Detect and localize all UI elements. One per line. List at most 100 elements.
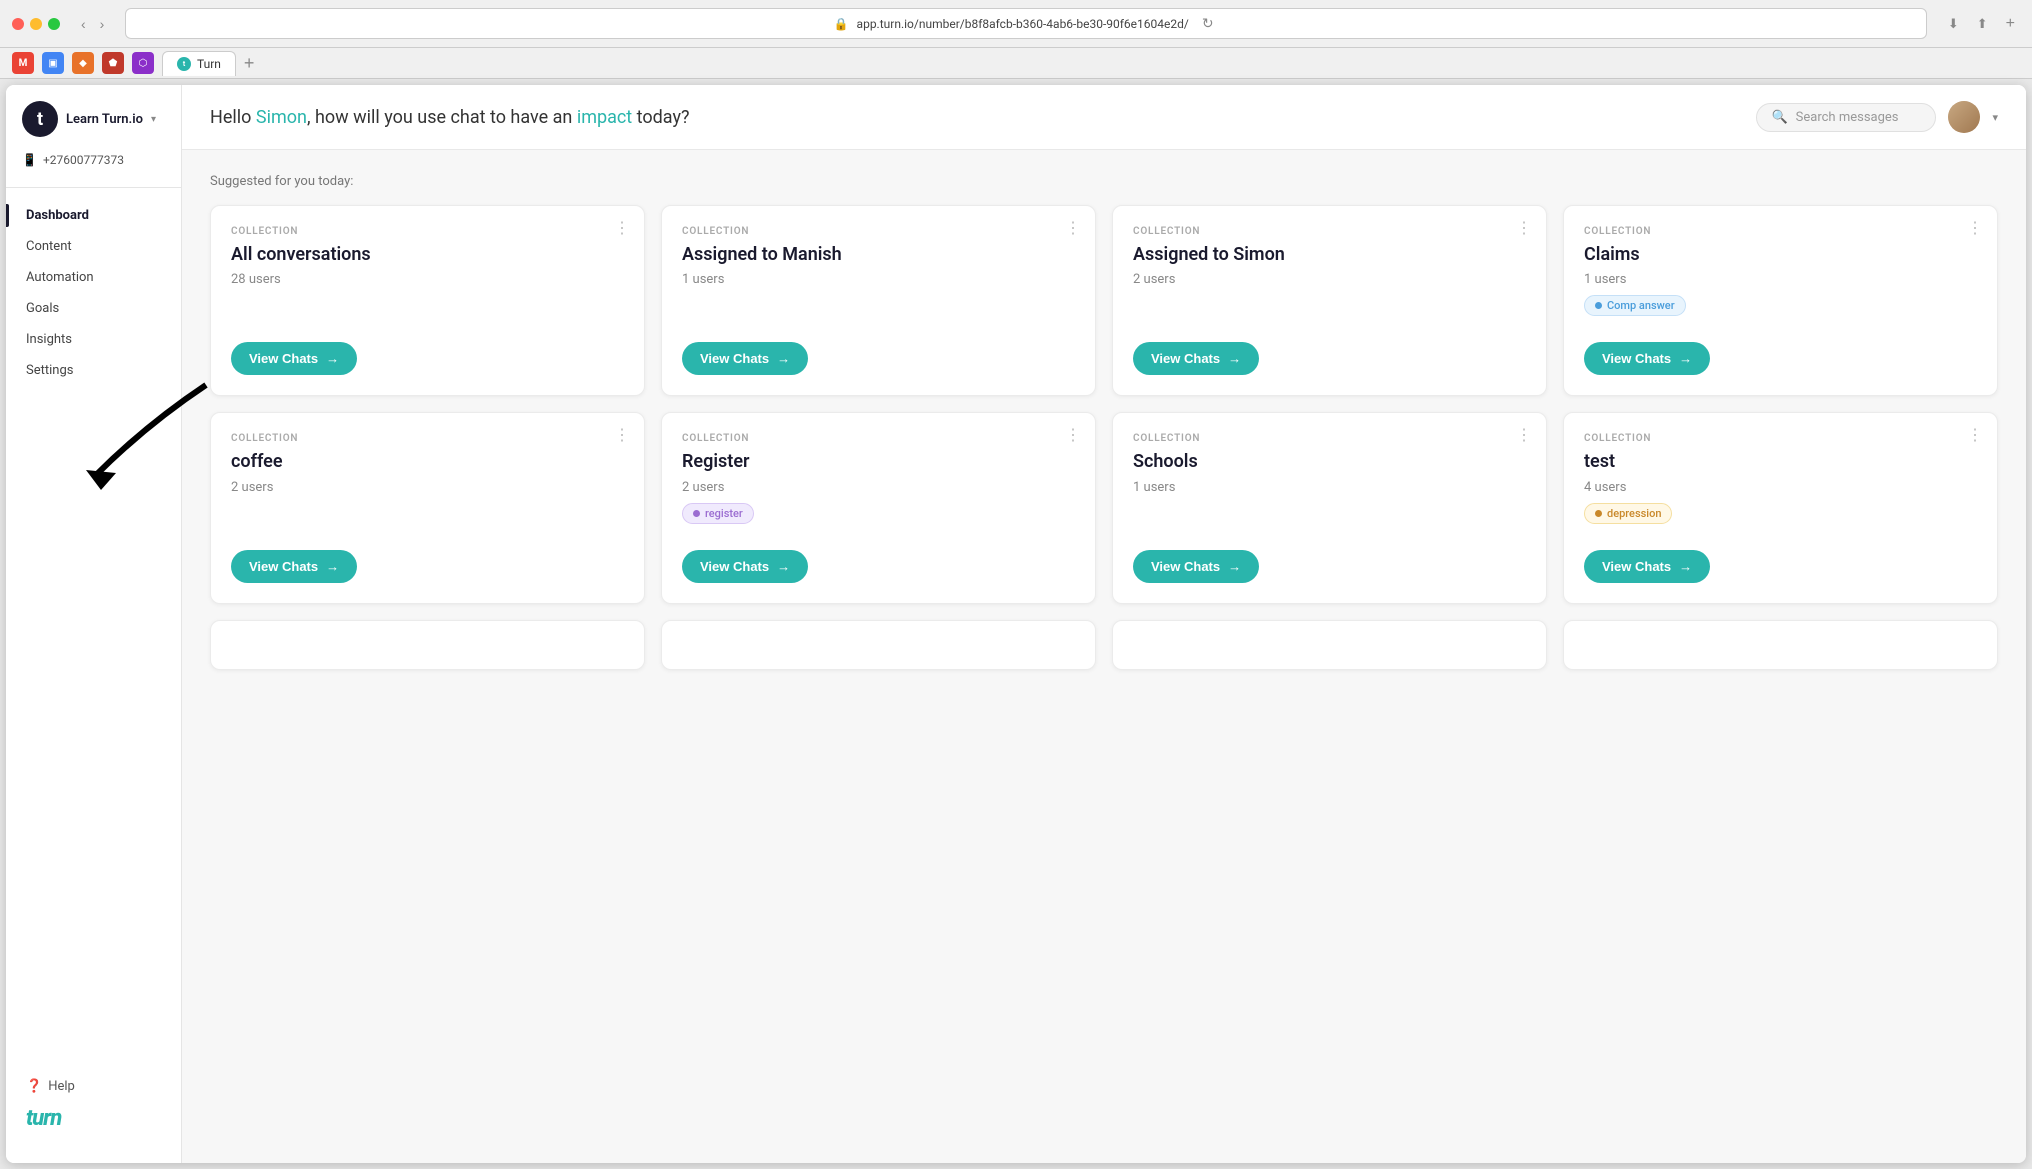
- card-title-manish: Assigned to Manish: [682, 243, 1075, 266]
- minimize-window-button[interactable]: [30, 18, 42, 30]
- card-tags-register: register: [682, 503, 1075, 524]
- sidebar-item-insights[interactable]: Insights: [6, 324, 181, 355]
- card-users-test: 4 users: [1584, 480, 1977, 495]
- impact-word: impact: [577, 107, 632, 128]
- card-menu-coffee[interactable]: ⋮: [614, 427, 630, 443]
- collection-label-3: COLLECTION: [1133, 226, 1526, 237]
- card-users-coffee: 2 users: [231, 480, 624, 495]
- tag-dot-test-icon: [1595, 510, 1602, 517]
- card-tags-claims: Comp answer: [1584, 295, 1977, 316]
- collection-label-5: COLLECTION: [231, 433, 624, 444]
- tag-register[interactable]: register: [682, 503, 754, 524]
- browser-chrome: ‹ › 🔒 app.turn.io/number/b8f8afcb-b360-4…: [0, 0, 2032, 48]
- card-menu-register[interactable]: ⋮: [1065, 427, 1081, 443]
- cards-row-3-partial: [210, 620, 1998, 670]
- active-tab[interactable]: t Turn: [162, 51, 236, 76]
- new-tab-plus-button[interactable]: +: [244, 53, 255, 74]
- avatar[interactable]: [1948, 101, 1980, 133]
- card-title-claims: Claims: [1584, 243, 1977, 266]
- tab-label: Turn: [197, 57, 221, 71]
- view-chats-button-register[interactable]: View Chats →: [682, 550, 808, 583]
- sidebar-item-automation[interactable]: Automation: [6, 262, 181, 293]
- view-chats-label-3: View Chats: [1151, 351, 1220, 366]
- greeting-prefix: Hello: [210, 107, 256, 128]
- view-chats-label-5: View Chats: [249, 559, 318, 574]
- sidebar-item-content[interactable]: Content: [6, 231, 181, 262]
- btn-arrow-icon-2: →: [777, 351, 790, 366]
- app-icon-4[interactable]: ⬟: [102, 52, 124, 74]
- org-dropdown-caret[interactable]: ▾: [151, 114, 156, 125]
- btn-arrow-icon-5: →: [326, 559, 339, 574]
- card-test: ⋮ COLLECTION test 4 users depression Vie…: [1563, 412, 1998, 603]
- tag-comp-answer[interactable]: Comp answer: [1584, 295, 1686, 316]
- card-title-simon: Assigned to Simon: [1133, 243, 1526, 266]
- security-icon: 🔒: [834, 17, 849, 31]
- btn-arrow-icon-3: →: [1228, 351, 1241, 366]
- forward-button[interactable]: ›: [95, 14, 110, 34]
- phone-row: 📱 +27600777373: [6, 153, 181, 187]
- address-bar[interactable]: 🔒 app.turn.io/number/b8f8afcb-b360-4ab6-…: [125, 8, 1927, 39]
- view-chats-button-claims[interactable]: View Chats →: [1584, 342, 1710, 375]
- new-tab-button[interactable]: +: [2001, 13, 2020, 35]
- card-users-simon: 2 users: [1133, 272, 1526, 287]
- collection-label-4: COLLECTION: [1584, 226, 1977, 237]
- cards-row-2: ⋮ COLLECTION coffee 2 users View Chats →…: [210, 412, 1998, 603]
- gdrive-icon[interactable]: ▣: [42, 52, 64, 74]
- maximize-window-button[interactable]: [48, 18, 60, 30]
- view-chats-label: View Chats: [249, 351, 318, 366]
- view-chats-label-8: View Chats: [1602, 559, 1671, 574]
- sidebar-item-dashboard[interactable]: Dashboard: [6, 200, 181, 231]
- share-button[interactable]: ⬆: [1972, 13, 1993, 35]
- card-menu-all-conversations[interactable]: ⋮: [614, 220, 630, 236]
- view-chats-button-manish[interactable]: View Chats →: [682, 342, 808, 375]
- view-chats-label-6: View Chats: [700, 559, 769, 574]
- close-window-button[interactable]: [12, 18, 24, 30]
- card-users-register: 2 users: [682, 480, 1075, 495]
- view-chats-button-test[interactable]: View Chats →: [1584, 550, 1710, 583]
- turn-brand-logo: turn: [26, 1106, 161, 1131]
- sidebar-item-goals[interactable]: Goals: [6, 293, 181, 324]
- suggested-label: Suggested for you today:: [210, 174, 1998, 189]
- avatar-image: [1948, 101, 1980, 133]
- sidebar: t Learn Turn.io ▾ 📱 +27600777373 Dashboa…: [6, 85, 182, 1163]
- sidebar-nav: Dashboard Content Automation Goals Insig…: [6, 187, 181, 1063]
- card-menu-test[interactable]: ⋮: [1967, 427, 1983, 443]
- tag-label-test: depression: [1607, 507, 1661, 520]
- view-chats-button-all-conversations[interactable]: View Chats →: [231, 342, 357, 375]
- avatar-dropdown-caret[interactable]: ▾: [1992, 111, 1998, 124]
- app-icon-3[interactable]: ◆: [72, 52, 94, 74]
- tag-dot-register-icon: [693, 510, 700, 517]
- downloads-button[interactable]: ⬇: [1943, 13, 1964, 35]
- search-bar[interactable]: 🔍 Search messages: [1756, 103, 1936, 132]
- card-title-schools: Schools: [1133, 450, 1526, 473]
- refresh-button[interactable]: ↻: [1197, 13, 1219, 34]
- view-chats-button-coffee[interactable]: View Chats →: [231, 550, 357, 583]
- greeting-middle: , how will you use chat to have an: [307, 107, 577, 128]
- help-link[interactable]: ❓ Help: [26, 1079, 161, 1094]
- btn-arrow-icon-7: →: [1228, 559, 1241, 574]
- card-menu-manish[interactable]: ⋮: [1065, 220, 1081, 236]
- partial-card-2: [661, 620, 1096, 670]
- app-icon-5[interactable]: ⬡: [132, 52, 154, 74]
- gmail-icon[interactable]: M: [12, 52, 34, 74]
- back-button[interactable]: ‹: [76, 14, 91, 34]
- collection-label-8: COLLECTION: [1584, 433, 1977, 444]
- sidebar-item-settings[interactable]: Settings: [6, 355, 181, 386]
- view-chats-button-schools[interactable]: View Chats →: [1133, 550, 1259, 583]
- tag-depression[interactable]: depression: [1584, 503, 1672, 524]
- tab-favicon: t: [177, 57, 191, 71]
- help-label: Help: [48, 1079, 75, 1094]
- card-menu-schools[interactable]: ⋮: [1516, 427, 1532, 443]
- card-assigned-manish: ⋮ COLLECTION Assigned to Manish 1 users …: [661, 205, 1096, 396]
- url-text: app.turn.io/number/b8f8afcb-b360-4ab6-be…: [857, 17, 1189, 31]
- card-menu-claims[interactable]: ⋮: [1967, 220, 1983, 236]
- card-menu-simon[interactable]: ⋮: [1516, 220, 1532, 236]
- view-chats-label-2: View Chats: [700, 351, 769, 366]
- main-header: Hello Simon, how will you use chat to ha…: [182, 85, 2026, 150]
- tab-bar: M ▣ ◆ ⬟ ⬡ t Turn +: [0, 48, 2032, 79]
- view-chats-label-4: View Chats: [1602, 351, 1671, 366]
- collection-label-7: COLLECTION: [1133, 433, 1526, 444]
- view-chats-button-simon[interactable]: View Chats →: [1133, 342, 1259, 375]
- phone-number: +27600777373: [43, 153, 124, 167]
- card-tags-test: depression: [1584, 503, 1977, 524]
